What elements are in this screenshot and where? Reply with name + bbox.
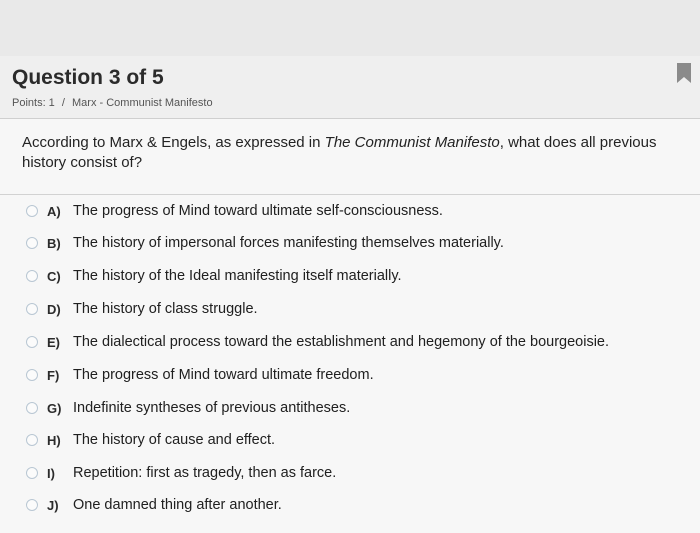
- topic-label: Marx - Communist Manifesto: [72, 97, 213, 109]
- option-c[interactable]: C) The history of the Ideal manifesting …: [26, 264, 402, 288]
- option-text: The history of cause and effect.: [73, 432, 276, 448]
- radio-unchecked-icon[interactable]: [26, 434, 38, 446]
- option-text: The dialectical process toward the estab…: [73, 334, 610, 350]
- option-letter: D): [47, 301, 61, 317]
- radio-unchecked-icon[interactable]: [26, 402, 38, 414]
- radio-unchecked-icon[interactable]: [26, 237, 38, 249]
- option-letter: B): [47, 235, 61, 251]
- points-label: Points: 1: [12, 97, 55, 109]
- option-text: The progress of Mind toward ultimate fre…: [73, 367, 374, 383]
- option-text: The progress of Mind toward ultimate sel…: [73, 203, 443, 219]
- option-f[interactable]: F) The progress of Mind toward ultimate …: [26, 363, 374, 387]
- option-text: Indefinite syntheses of previous antithe…: [73, 400, 351, 416]
- option-letter: E): [47, 334, 60, 350]
- prompt-text-start: According to Marx & Engels, as expressed…: [22, 134, 325, 151]
- option-text: Repetition: first as tragedy, then as fa…: [73, 465, 337, 481]
- option-text: One damned thing after another.: [73, 497, 282, 513]
- option-d[interactable]: D) The history of class struggle.: [26, 297, 258, 321]
- top-band: [0, 0, 700, 56]
- option-letter: C): [47, 268, 61, 284]
- option-letter: A): [47, 203, 61, 219]
- option-text: The history of impersonal forces manifes…: [73, 235, 504, 251]
- question-prompt: According to Marx & Engels, as expressed…: [22, 133, 662, 173]
- question-header: Question 3 of 5 Points: 1 / Marx - Commu…: [0, 56, 700, 119]
- option-h[interactable]: H) The history of cause and effect.: [26, 428, 275, 452]
- radio-unchecked-icon[interactable]: [26, 369, 38, 381]
- question-title: Question 3 of 5: [12, 66, 164, 89]
- prompt-book-title: The Communist Manifesto: [324, 134, 500, 151]
- option-i[interactable]: I) Repetition: first as tragedy, then as…: [26, 461, 336, 485]
- option-a[interactable]: A) The progress of Mind toward ultimate …: [26, 199, 443, 223]
- radio-unchecked-icon[interactable]: [26, 270, 38, 282]
- bookmark-icon[interactable]: [676, 62, 692, 84]
- option-e[interactable]: E) The dialectical process toward the es…: [26, 330, 609, 354]
- option-letter: I): [47, 465, 55, 481]
- radio-unchecked-icon[interactable]: [26, 499, 38, 511]
- option-letter: G): [47, 400, 62, 416]
- meta-separator: /: [61, 97, 65, 109]
- option-g[interactable]: G) Indefinite syntheses of previous anti…: [26, 396, 350, 420]
- option-j[interactable]: J) One damned thing after another.: [26, 493, 282, 517]
- radio-unchecked-icon[interactable]: [26, 336, 38, 348]
- option-text: The history of class struggle.: [73, 301, 258, 317]
- question-body: According to Marx & Engels, as expressed…: [0, 119, 700, 533]
- divider: [0, 194, 700, 195]
- radio-unchecked-icon[interactable]: [26, 205, 38, 217]
- option-letter: J): [47, 497, 59, 513]
- question-meta: Points: 1 / Marx - Communist Manifesto: [12, 97, 217, 109]
- option-text: The history of the Ideal manifesting its…: [73, 268, 402, 284]
- option-letter: H): [47, 432, 61, 448]
- radio-unchecked-icon[interactable]: [26, 467, 38, 479]
- radio-unchecked-icon[interactable]: [26, 303, 38, 315]
- option-letter: F): [47, 367, 60, 383]
- option-b[interactable]: B) The history of impersonal forces mani…: [26, 231, 504, 255]
